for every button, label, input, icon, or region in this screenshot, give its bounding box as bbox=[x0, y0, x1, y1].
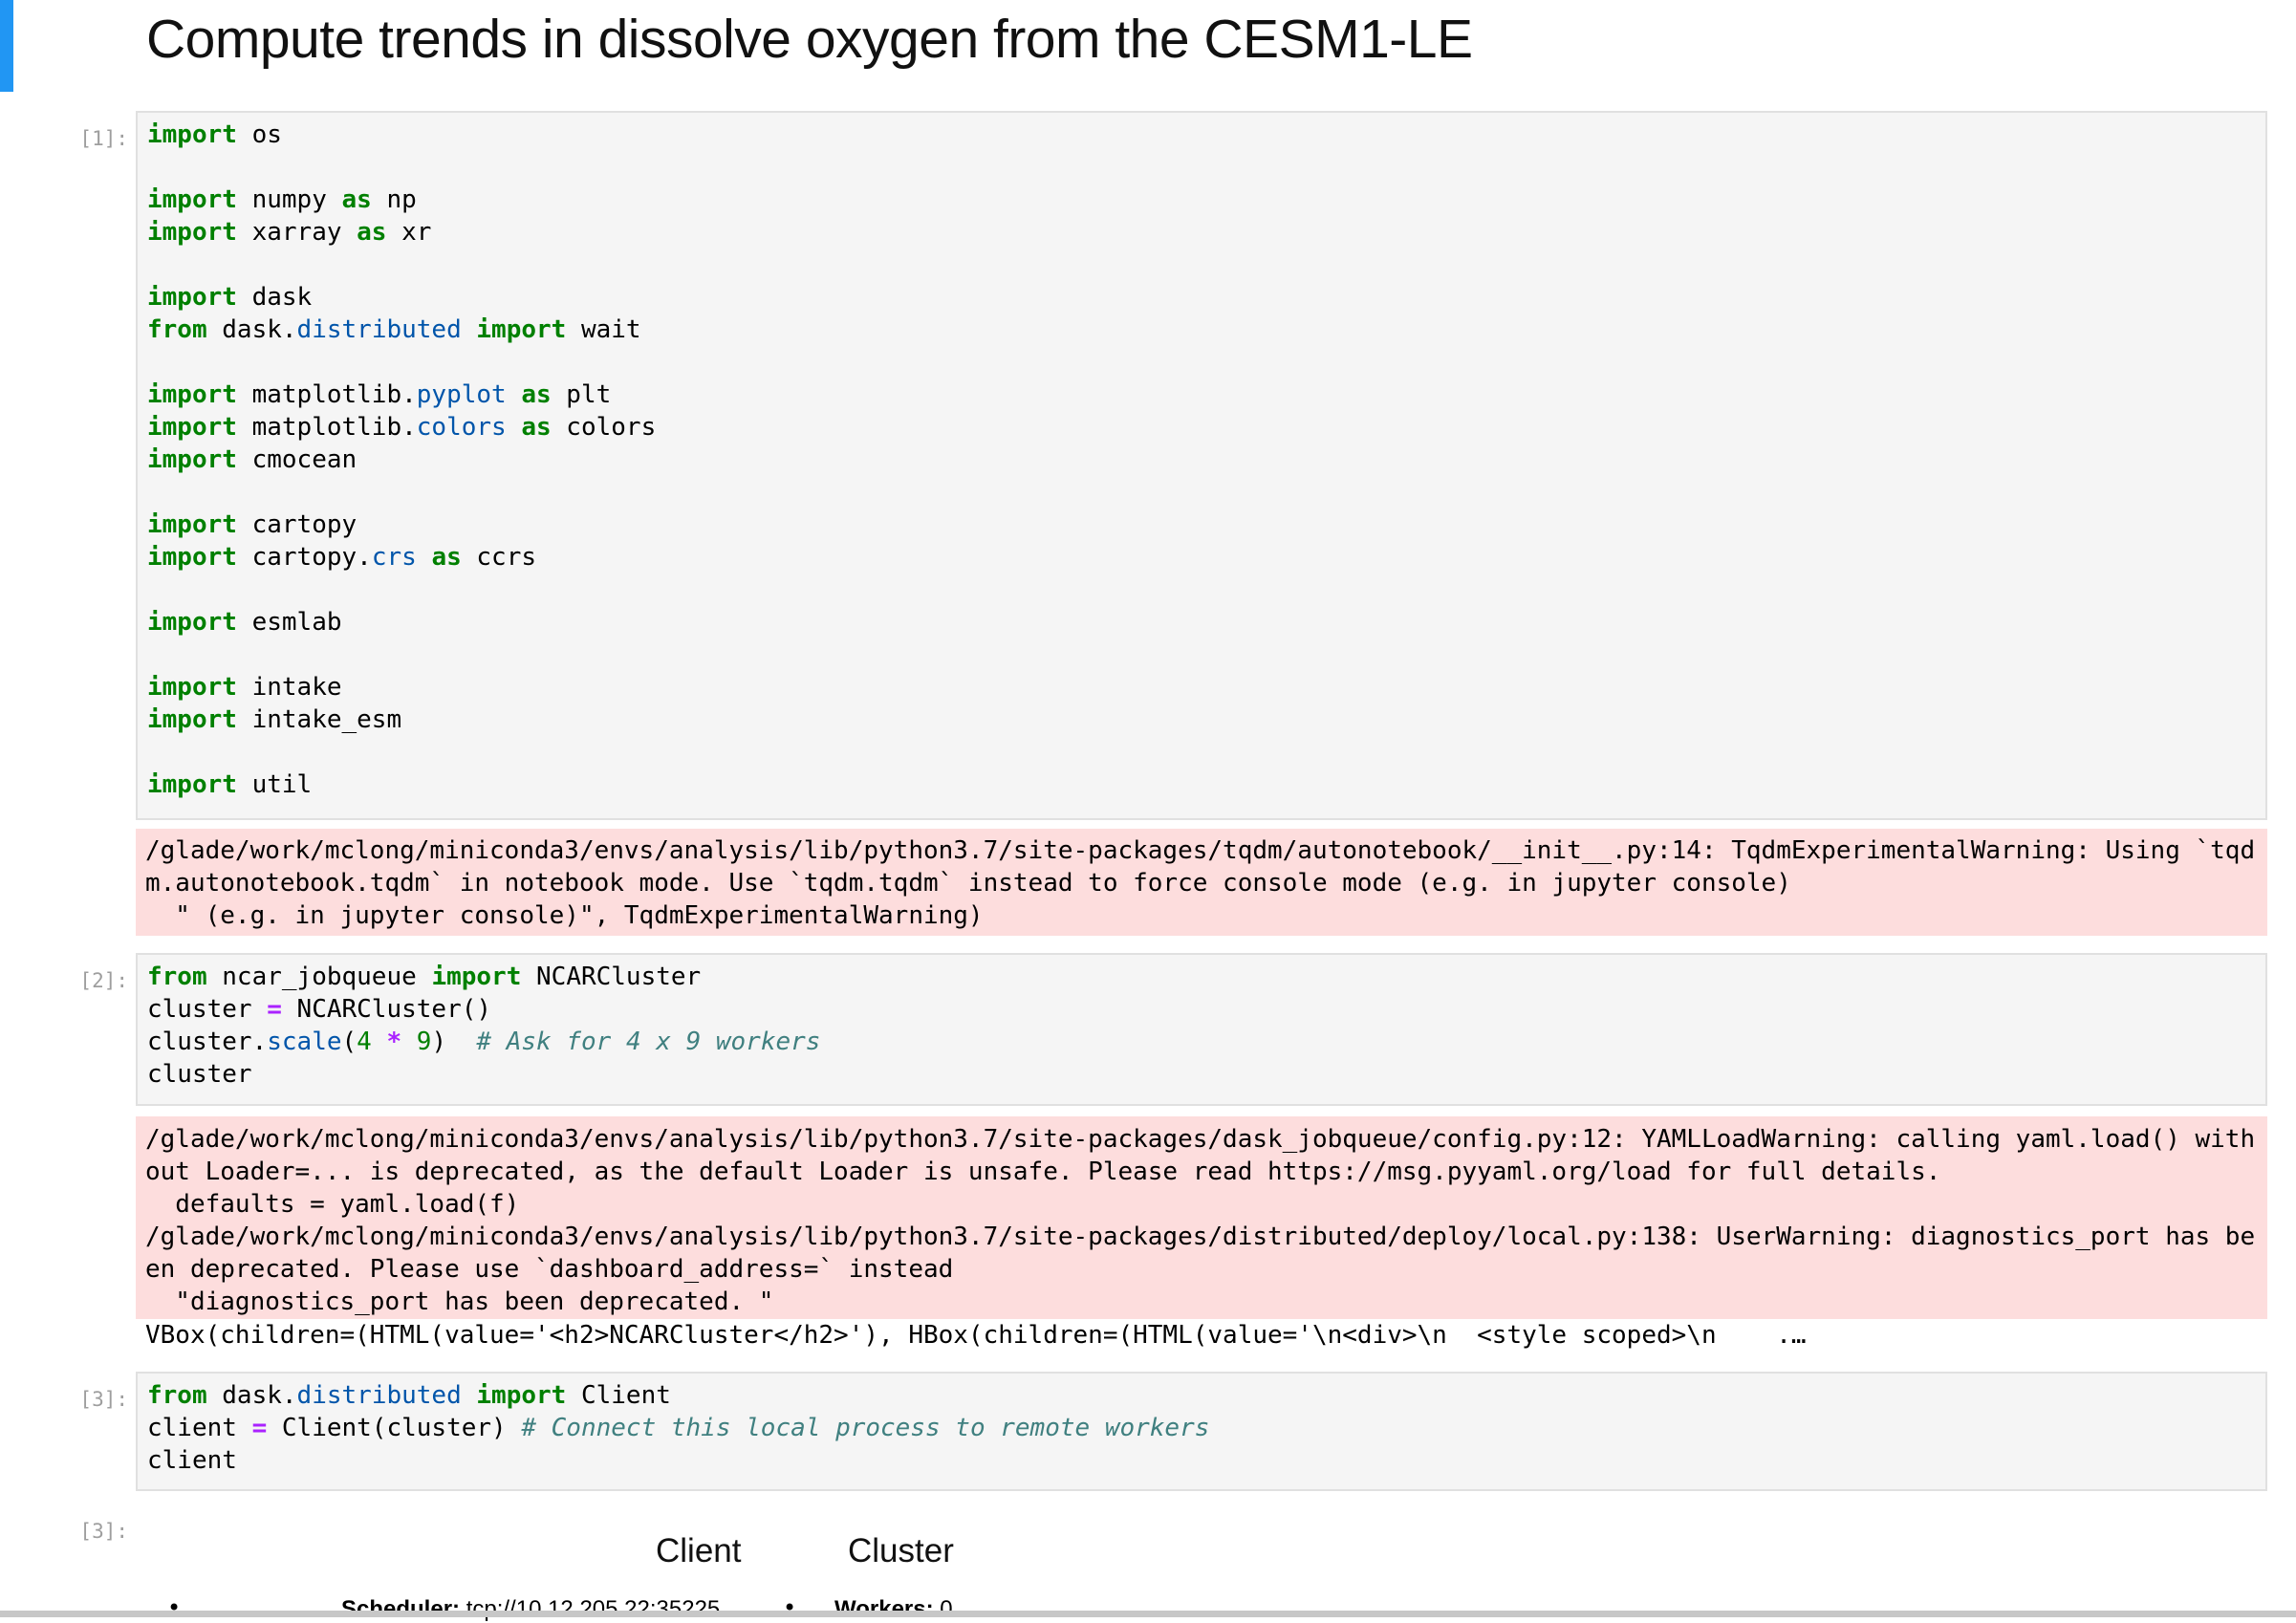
client-heading: Client bbox=[656, 1532, 742, 1569]
workers-info: Workers: 0 bbox=[834, 1596, 953, 1622]
active-cell-indicator bbox=[0, 0, 13, 92]
code-editor[interactable]: import os import numpy as np import xarr… bbox=[138, 113, 2265, 807]
widget-repr-output: VBox(children=(HTML(value='<h2>NCARClust… bbox=[145, 1321, 1807, 1350]
code-cell[interactable]: from dask.distributed import Client clie… bbox=[136, 1372, 2267, 1491]
output-prompt: [3]: bbox=[79, 1520, 128, 1543]
stderr-output: /glade/work/mclong/miniconda3/envs/analy… bbox=[136, 1116, 2267, 1319]
code-cell[interactable]: import os import numpy as np import xarr… bbox=[136, 111, 2267, 820]
stderr-text: /glade/work/mclong/miniconda3/envs/analy… bbox=[145, 836, 2256, 930]
cell-prompt: [2]: bbox=[79, 969, 128, 992]
stderr-output: /glade/work/mclong/miniconda3/envs/analy… bbox=[136, 829, 2267, 936]
scheduler-info: Scheduler: tcp://10.12.205.22:35225 bbox=[341, 1596, 721, 1622]
cell-prompt: [1]: bbox=[79, 127, 128, 150]
code-cell[interactable]: from ncar_jobqueue import NCARCluster cl… bbox=[136, 953, 2267, 1106]
code-editor[interactable]: from ncar_jobqueue import NCARCluster cl… bbox=[138, 955, 2265, 1096]
cell-prompt: [3]: bbox=[79, 1388, 128, 1411]
code-editor[interactable]: from dask.distributed import Client clie… bbox=[138, 1374, 2265, 1482]
cluster-heading: Cluster bbox=[848, 1532, 954, 1569]
stderr-text: /glade/work/mclong/miniconda3/envs/analy… bbox=[145, 1125, 2256, 1316]
horizontal-scrollbar[interactable] bbox=[0, 1611, 2296, 1617]
notebook-title: Compute trends in dissolve oxygen from t… bbox=[146, 9, 1473, 70]
